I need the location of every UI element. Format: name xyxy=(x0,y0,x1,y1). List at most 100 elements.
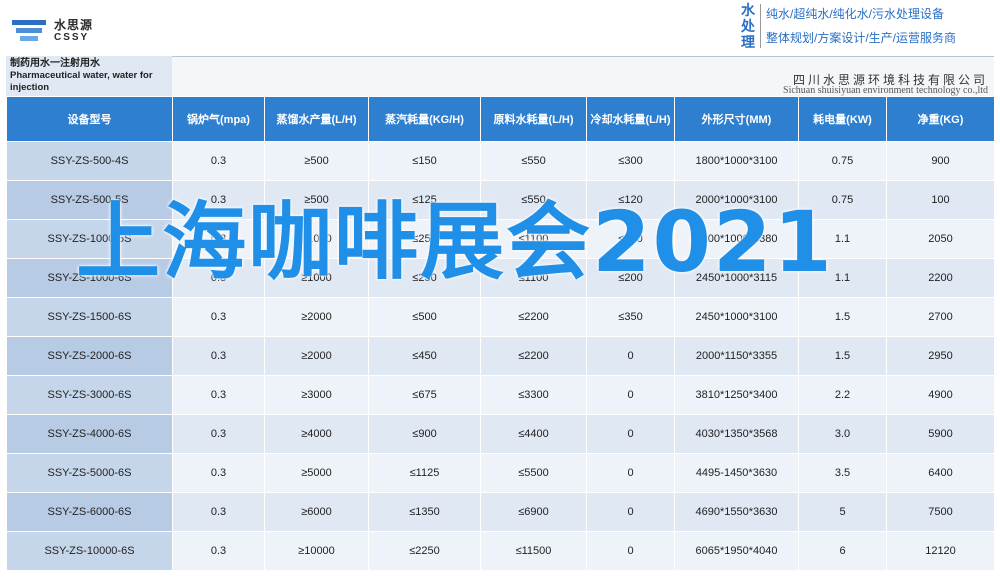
overlay-title: 上海咖啡展会2021 xyxy=(76,193,834,291)
company-header: 四川水思源环境科技有限公司 Sichuan shuisiyuan environ… xyxy=(172,56,994,97)
spec-cell: ≥4000 xyxy=(264,414,369,454)
model-cell: SSY-ZS-500-4S xyxy=(6,141,173,181)
table-row: SSY-ZS-6000-6S 0.3 ≥6000 ≤1350 ≤6900 0 4690*15… xyxy=(6,492,995,532)
spec-cell: ≤350 xyxy=(586,297,675,337)
spec-cell: 900 xyxy=(886,141,995,181)
column-header: 设备型号 xyxy=(6,96,173,142)
model-cell: SSY-ZS-1500-6S xyxy=(6,297,173,337)
table-row: SSY-ZS-500-4S 0.3 ≥500 ≤150 ≤550 ≤300 1800*100… xyxy=(6,141,995,181)
spec-cell: 6065*1950*4040 xyxy=(674,531,799,571)
column-header: 冷却水耗量(L/H) xyxy=(586,96,675,142)
spec-cell: ≥10000 xyxy=(264,531,369,571)
spec-cell: 2050 xyxy=(886,219,995,259)
spec-cell: 4030*1350*3568 xyxy=(674,414,799,454)
spec-cell: ≥2000 xyxy=(264,297,369,337)
spec-cell: ≤300 xyxy=(586,141,675,181)
spec-cell: 2950 xyxy=(886,336,995,376)
spec-cell: ≤6900 xyxy=(480,492,587,532)
service-line: 整体规划/方案设计/生产/运营服务商 xyxy=(766,31,957,45)
spec-cell: 4690*1550*3630 xyxy=(674,492,799,532)
column-header: 净重(KG) xyxy=(886,96,995,142)
doc-title-en: Pharmaceutical water, water for injectio… xyxy=(10,70,153,93)
spec-cell: ≤150 xyxy=(368,141,481,181)
table-row: SSY-ZS-1500-6S 0.3 ≥2000 ≤500 ≤2200 ≤350 2450*… xyxy=(6,297,995,337)
spec-cell: ≤2200 xyxy=(480,297,587,337)
service-line: 纯水/超纯水/纯化水/污水处理设备 xyxy=(766,7,945,21)
spec-cell: ≤1350 xyxy=(368,492,481,532)
spec-cell: 5 xyxy=(798,492,887,532)
divider xyxy=(760,4,761,48)
spec-cell: 0.3 xyxy=(172,336,265,376)
spec-cell: 3.0 xyxy=(798,414,887,454)
spec-cell: ≤450 xyxy=(368,336,481,376)
spec-cell: 2000*1150*3355 xyxy=(674,336,799,376)
spec-cell: 0.3 xyxy=(172,297,265,337)
spec-cell: 2.2 xyxy=(798,375,887,415)
spec-cell: 0.3 xyxy=(172,141,265,181)
spec-cell: 0 xyxy=(586,453,675,493)
table-row: SSY-ZS-4000-6S 0.3 ≥4000 ≤900 ≤4400 0 4030*135… xyxy=(6,414,995,454)
spec-cell: 0.3 xyxy=(172,531,265,571)
table-header-row: 设备型号 锅炉气(mpa) 蒸馏水产量(L/H) 蒸汽耗量(KG/H) 原料水耗… xyxy=(6,96,995,142)
table-row: SSY-ZS-2000-6S 0.3 ≥2000 ≤450 ≤2200 0 2000*115… xyxy=(6,336,995,376)
spec-cell: ≤11500 xyxy=(480,531,587,571)
spec-cell: ≤500 xyxy=(368,297,481,337)
spec-cell: 4900 xyxy=(886,375,995,415)
column-header: 蒸馏水产量(L/H) xyxy=(264,96,369,142)
spec-cell: ≤900 xyxy=(368,414,481,454)
column-header: 锅炉气(mpa) xyxy=(172,96,265,142)
spec-cell: ≥3000 xyxy=(264,375,369,415)
spec-table: 设备型号 锅炉气(mpa) 蒸馏水产量(L/H) 蒸汽耗量(KG/H) 原料水耗… xyxy=(6,96,995,571)
spec-cell: 0 xyxy=(586,531,675,571)
spec-cell: 3.5 xyxy=(798,453,887,493)
column-header: 外形尺寸(MM) xyxy=(674,96,799,142)
company-logo[interactable]: 水思源 CSSY xyxy=(12,12,102,48)
spec-cell: 6 xyxy=(798,531,887,571)
spec-cell: ≤2200 xyxy=(480,336,587,376)
spec-cell: 7500 xyxy=(886,492,995,532)
spec-cell: 100 xyxy=(886,180,995,220)
spec-cell: ≥2000 xyxy=(264,336,369,376)
spec-cell: 0 xyxy=(586,492,675,532)
column-header: 原料水耗量(L/H) xyxy=(480,96,587,142)
spec-cell: ≤5500 xyxy=(480,453,587,493)
model-cell: SSY-ZS-10000-6S xyxy=(6,531,173,571)
spec-cell: 0 xyxy=(586,336,675,376)
spec-cell: 2450*1000*3100 xyxy=(674,297,799,337)
spec-cell: 0.3 xyxy=(172,414,265,454)
service-list: 纯水/超纯水/纯化水/污水处理设备 整体规划/方案设计/生产/运营服务商 xyxy=(766,2,956,50)
doc-title: 制药用水一注射用水 Pharmaceutical water, water fo… xyxy=(6,56,172,96)
column-header: 蒸汽耗量(KG/H) xyxy=(368,96,481,142)
spec-cell: 0.75 xyxy=(798,141,887,181)
spec-cell: 2200 xyxy=(886,258,995,298)
spec-cell: 3810*1250*3400 xyxy=(674,375,799,415)
spec-cell: 1800*1000*3100 xyxy=(674,141,799,181)
vertical-tag: 水处理 xyxy=(741,2,755,50)
spec-cell: ≤2250 xyxy=(368,531,481,571)
model-cell: SSY-ZS-2000-6S xyxy=(6,336,173,376)
spec-cell: 0 xyxy=(586,375,675,415)
spec-cell: ≤4400 xyxy=(480,414,587,454)
spec-cell: ≤550 xyxy=(480,141,587,181)
spec-cell: 4495-1450*3630 xyxy=(674,453,799,493)
top-banner: 水思源 CSSY 水处理 纯水/超纯水/纯化水/污水处理设备 整体规划/方案设计… xyxy=(0,0,1000,56)
table-row: SSY-ZS-5000-6S 0.3 ≥5000 ≤1125 ≤5500 0 4495-14… xyxy=(6,453,995,493)
doc-title-cn: 制药用水一注射用水 xyxy=(10,58,100,69)
spec-cell: 1.5 xyxy=(798,297,887,337)
spec-cell: 6400 xyxy=(886,453,995,493)
spec-cell: 12120 xyxy=(886,531,995,571)
spec-cell: 0.3 xyxy=(172,492,265,532)
spec-cell: ≤1125 xyxy=(368,453,481,493)
spec-cell: ≤3300 xyxy=(480,375,587,415)
spec-cell: ≥500 xyxy=(264,141,369,181)
spec-cell: 2700 xyxy=(886,297,995,337)
table-row: SSY-ZS-10000-6S 0.3 ≥10000 ≤2250 ≤11500 0 6065… xyxy=(6,531,995,571)
spec-cell: 5900 xyxy=(886,414,995,454)
spec-cell: 0.3 xyxy=(172,453,265,493)
table-row: SSY-ZS-3000-6S 0.3 ≥3000 ≤675 ≤3300 0 3810*125… xyxy=(6,375,995,415)
spec-cell: ≤675 xyxy=(368,375,481,415)
model-cell: SSY-ZS-5000-6S xyxy=(6,453,173,493)
company-name-en: Sichuan shuisiyuan environment technolog… xyxy=(783,85,988,96)
model-cell: SSY-ZS-3000-6S xyxy=(6,375,173,415)
logo-text-en: CSSY xyxy=(54,32,90,43)
